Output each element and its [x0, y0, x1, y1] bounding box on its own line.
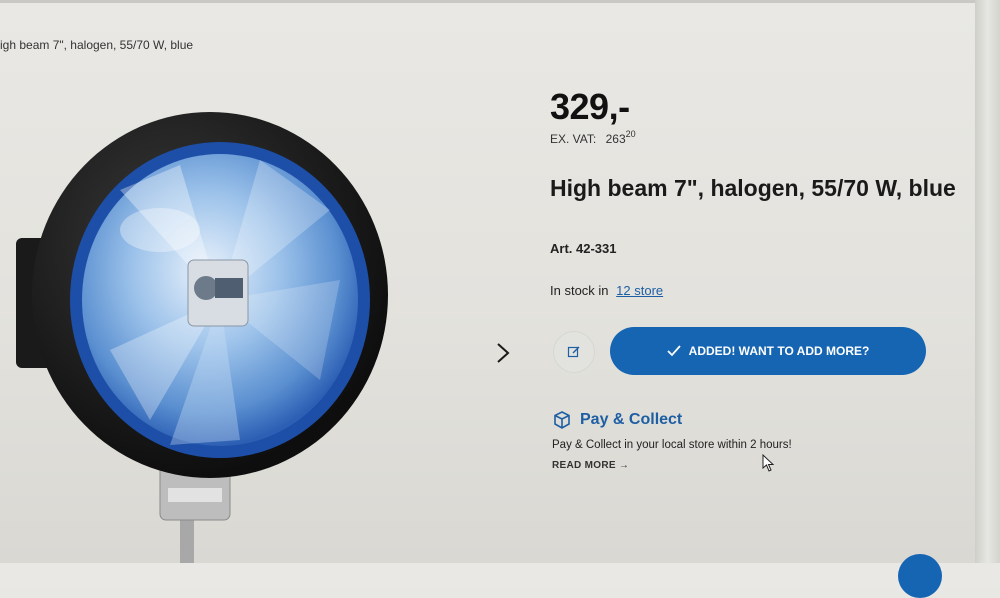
check-icon	[667, 345, 681, 357]
read-more-link[interactable]: READ MORE →	[552, 460, 629, 471]
pay-collect-heading: Pay & Collect	[552, 410, 682, 430]
ex-vat-value: 263	[605, 132, 626, 146]
stock-status: In stock in 12 store	[550, 283, 663, 298]
top-border	[0, 0, 1000, 3]
chevron-right-icon	[497, 343, 510, 363]
edit-icon	[567, 346, 580, 358]
headlight-image	[16, 112, 388, 563]
pay-collect-description: Pay & Collect in your local store within…	[552, 439, 792, 451]
ex-vat-label: EX. VAT:	[550, 132, 597, 146]
mouse-cursor-icon	[762, 454, 775, 472]
box-icon	[554, 411, 570, 429]
product-image[interactable]	[10, 100, 410, 563]
ex-vat-price: EX. VAT: 26320	[550, 129, 636, 146]
stock-text: In stock in	[550, 283, 609, 298]
stock-stores-link[interactable]: 12 store	[616, 283, 663, 298]
add-to-cart-button[interactable]: ADDED! WANT TO ADD MORE?	[610, 327, 926, 375]
add-to-cart-label: ADDED! WANT TO ADD MORE?	[688, 344, 870, 358]
monitor-bezel	[975, 0, 1000, 563]
chat-button[interactable]	[898, 554, 942, 598]
ex-vat-cents: 20	[625, 129, 636, 139]
pay-collect-title: Pay & Collect	[580, 411, 683, 428]
next-image-button[interactable]	[488, 338, 518, 368]
price: 329,-	[550, 86, 630, 127]
article-number: Art. 42-331	[550, 241, 617, 256]
product-title: High beam 7", halogen, 55/70 W, blue	[550, 175, 956, 201]
edit-button[interactable]	[553, 331, 595, 373]
breadcrumb[interactable]: igh beam 7", halogen, 55/70 W, blue	[0, 38, 193, 52]
